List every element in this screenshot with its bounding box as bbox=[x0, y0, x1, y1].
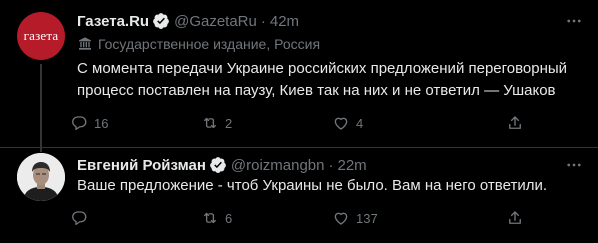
more-dots-icon[interactable] bbox=[564, 11, 584, 31]
share-button[interactable] bbox=[506, 111, 524, 135]
avatar-roizman[interactable] bbox=[17, 153, 65, 201]
tweet-text: Ваше предложение - чтоб Украины не было.… bbox=[77, 177, 547, 194]
avatar-photo bbox=[17, 153, 65, 201]
verified-badge-icon bbox=[152, 12, 170, 30]
retweet-icon bbox=[204, 117, 216, 129]
more-dots-icon[interactable] bbox=[564, 155, 584, 175]
retweet-icon bbox=[204, 212, 216, 224]
tweet-roizman[interactable]: Евгений Ройзман @roizmangbn · 22m Ваше п… bbox=[0, 148, 598, 243]
reply-button[interactable]: 16 bbox=[70, 111, 108, 135]
like-count: 137 bbox=[356, 210, 378, 226]
tweet-actions: 16 2 4 bbox=[70, 111, 588, 135]
reply-icon bbox=[72, 116, 87, 131]
retweet-button[interactable]: 2 bbox=[201, 111, 232, 135]
heart-icon bbox=[334, 117, 348, 130]
reply-icon bbox=[72, 211, 87, 226]
state-media-label-text: Государственное издание, Россия bbox=[98, 36, 321, 52]
share-icon bbox=[509, 116, 521, 129]
share-button[interactable] bbox=[506, 206, 524, 230]
government-building-icon bbox=[79, 37, 91, 50]
header-separator: · bbox=[328, 156, 334, 174]
tweet-header: Газета.Ru @GazetaRu · 42m bbox=[77, 11, 299, 31]
share-icon bbox=[509, 211, 521, 224]
author-name[interactable]: Газета.Ru bbox=[77, 13, 149, 30]
retweet-count: 2 bbox=[225, 115, 233, 131]
state-media-label[interactable]: Государственное издание, Россия bbox=[77, 35, 320, 53]
tweet-time[interactable]: 42m bbox=[270, 13, 299, 30]
verified-badge-icon bbox=[209, 156, 227, 174]
tweet-header: Евгений Ройзман @roizmangbn · 22m bbox=[77, 155, 367, 175]
like-button[interactable]: 137 bbox=[332, 206, 378, 230]
author-handle[interactable]: @GazetaRu bbox=[174, 13, 257, 30]
tweet-time[interactable]: 22m bbox=[338, 157, 367, 174]
heart-icon bbox=[334, 212, 348, 225]
tweet-actions: 6 137 bbox=[70, 206, 588, 230]
like-count: 4 bbox=[356, 115, 364, 131]
like-button[interactable]: 4 bbox=[332, 111, 363, 135]
retweet-count: 6 bbox=[225, 210, 233, 226]
author-handle[interactable]: @roizmangbn bbox=[231, 157, 325, 174]
thread-connector bbox=[40, 64, 42, 152]
author-name[interactable]: Евгений Ройзман bbox=[77, 157, 206, 174]
tweet-gazeta[interactable]: газета Газета.Ru @GazetaRu · 42m Государ… bbox=[0, 0, 598, 152]
avatar-gazeta[interactable]: газета bbox=[17, 12, 65, 60]
header-separator: · bbox=[260, 12, 266, 30]
tweet-text: С момента передачи Украине российских пр… bbox=[77, 60, 568, 99]
reply-count: 16 bbox=[94, 115, 109, 131]
avatar-logo-text: газета bbox=[23, 28, 59, 43]
retweet-button[interactable]: 6 bbox=[201, 206, 232, 230]
reply-button[interactable] bbox=[70, 206, 94, 230]
